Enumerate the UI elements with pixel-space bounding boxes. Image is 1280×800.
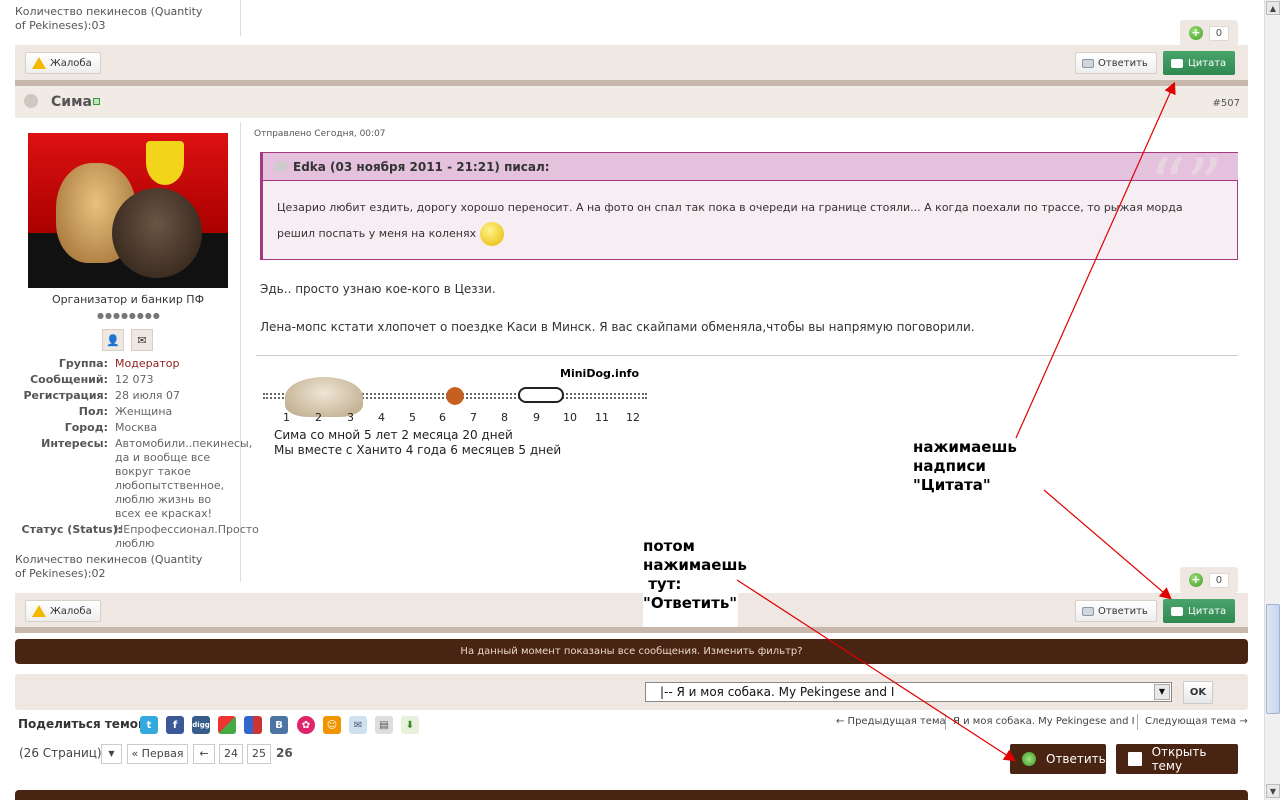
scroll-up-icon[interactable]: ▲ bbox=[1266, 1, 1280, 15]
signature-line-1: Сима со мной 5 лет 2 месяца 20 дней bbox=[274, 428, 513, 442]
odnoklassniki-icon[interactable]: ☺ bbox=[323, 716, 341, 734]
post-line-2: Лена-мопс кстати хлопочет о поездке Каси… bbox=[260, 320, 975, 334]
report-button[interactable]: Жалоба bbox=[25, 600, 101, 622]
nav-separator bbox=[945, 714, 946, 730]
online-indicator-icon bbox=[93, 98, 100, 105]
post-date: Отправлено Сегодня, 00:07 bbox=[254, 129, 386, 139]
post-actions: Жалоба Ответить Цитата bbox=[15, 593, 1248, 629]
quote-text: Цезарио любит ездить, дорогу хорошо пере… bbox=[277, 195, 1217, 247]
reply-icon bbox=[1082, 58, 1094, 68]
new-document-icon bbox=[1128, 752, 1142, 766]
google-icon[interactable] bbox=[218, 716, 236, 734]
forum-jump-select[interactable]: |-- Я и моя собака. My Pekingese and I ▼ bbox=[645, 682, 1172, 702]
twitter-icon[interactable]: t bbox=[140, 716, 158, 734]
page-count: (26 Страниц) bbox=[19, 746, 102, 760]
report-label: Жалоба bbox=[50, 605, 92, 617]
arrow-to-top-quote bbox=[1015, 81, 1176, 439]
new-topic-button[interactable]: Открыть тему bbox=[1116, 744, 1238, 774]
post-number[interactable]: #507 bbox=[1213, 98, 1240, 109]
forum-page: Количество пекинесов (Quantity of Pekine… bbox=[0, 0, 1280, 800]
quote-icon bbox=[1171, 58, 1183, 68]
quote-bubble-icon bbox=[275, 162, 287, 171]
reputation-box: + 0 bbox=[1180, 567, 1238, 593]
chevron-down-icon[interactable]: ▼ bbox=[1154, 684, 1170, 700]
signature-divider bbox=[256, 355, 1238, 356]
first-page-button[interactable]: « Первая bbox=[127, 744, 188, 764]
quote-icon bbox=[1171, 606, 1183, 616]
reply-icon bbox=[1082, 606, 1094, 616]
moimir-icon[interactable]: ✿ bbox=[297, 716, 315, 734]
vertical-scrollbar[interactable]: ▲ ▼ bbox=[1264, 0, 1280, 800]
profile-card-icon[interactable]: 👤 bbox=[102, 329, 124, 351]
send-message-icon[interactable]: ✉ bbox=[131, 329, 153, 351]
digg-icon[interactable]: digg bbox=[192, 716, 210, 734]
quote-block: Edka (03 ноября 2011 - 21:21) писал: “” … bbox=[260, 143, 1238, 260]
report-label: Жалоба bbox=[50, 57, 92, 69]
warning-icon bbox=[32, 57, 46, 69]
reply-button[interactable]: Ответить bbox=[1075, 600, 1157, 622]
quote-button[interactable]: Цитата bbox=[1163, 599, 1236, 623]
annotation-quote-hint: нажимаешь надписи "Цитата" bbox=[913, 438, 1043, 500]
email-icon[interactable]: ✉ bbox=[349, 716, 367, 734]
prev-post-actions: Жалоба Ответить Цитата bbox=[15, 45, 1248, 81]
quote-label: Цитата bbox=[1188, 605, 1227, 617]
avatar[interactable] bbox=[28, 133, 228, 288]
forum-jump-bar: |-- Я и моя собака. My Pekingese and I ▼… bbox=[15, 674, 1248, 710]
current-page: 26 bbox=[276, 746, 293, 760]
prev-page-button[interactable]: ← bbox=[193, 744, 215, 764]
quote-header: Edka (03 ноября 2011 - 21:21) писал: bbox=[263, 153, 1238, 181]
warning-icon bbox=[32, 605, 46, 617]
prev-pekingese-count: Количество пекинесов (Quantity of Pekine… bbox=[15, 5, 203, 32]
filter-notice[interactable]: На данный момент показаны все сообщения.… bbox=[15, 639, 1248, 664]
signature-line-2: Мы вместе с Ханито 4 года 6 месяцев 5 дн… bbox=[274, 443, 562, 457]
reply-topic-button[interactable]: Ответить bbox=[1010, 744, 1106, 774]
user-status-icon bbox=[24, 94, 38, 108]
rep-plus-icon[interactable]: + bbox=[1188, 26, 1203, 40]
download-icon[interactable]: ⬇ bbox=[401, 716, 419, 734]
group-value[interactable]: Модератор bbox=[115, 357, 230, 371]
rank-pips: ●●●●●●●● bbox=[97, 311, 161, 320]
smiley-icon bbox=[479, 222, 504, 246]
page-link-24[interactable]: 24 bbox=[219, 744, 243, 764]
pekingese-count: Количество пекинесов (Quantity of Pekine… bbox=[15, 553, 203, 580]
page-jump-dropdown[interactable]: ▼ bbox=[101, 744, 122, 764]
print-icon[interactable]: ▤ bbox=[375, 716, 393, 734]
scroll-down-icon[interactable]: ▼ bbox=[1266, 784, 1280, 798]
user-title: Организатор и банкир ПФ bbox=[51, 293, 205, 306]
annotation-reply-hint: потом нажимаешь тут: "Ответить" bbox=[643, 537, 747, 627]
rep-count: 0 bbox=[1208, 572, 1230, 588]
footer-bar bbox=[15, 790, 1248, 800]
vkontakte-icon[interactable]: В bbox=[270, 716, 288, 734]
divider bbox=[15, 627, 1248, 633]
current-topic-link[interactable]: Я и моя собака. My Pekingese and I bbox=[953, 716, 1135, 727]
prev-topic-link[interactable]: ← Предыдущая тема bbox=[836, 716, 946, 727]
next-topic-link[interactable]: Следующая тема → bbox=[1145, 716, 1248, 727]
post-header: Сима #507 bbox=[15, 86, 1248, 118]
nav-separator bbox=[1137, 714, 1138, 730]
quote-author[interactable]: Edka (03 ноября 2011 - 21:21) писал: bbox=[293, 160, 550, 174]
prev-reply-button[interactable]: Ответить bbox=[1075, 52, 1157, 74]
prev-quote-button[interactable]: Цитата bbox=[1163, 51, 1236, 75]
jump-ok-button[interactable]: OK bbox=[1183, 681, 1213, 704]
prev-reputation-box: + 0 bbox=[1180, 20, 1238, 46]
reply-arrow-icon bbox=[1022, 752, 1036, 766]
arrow-to-bottom-quote bbox=[1043, 489, 1172, 600]
reply-label: Ответить bbox=[1098, 605, 1148, 617]
signature-site: MiniDog.info bbox=[560, 367, 640, 380]
rep-plus-icon[interactable]: + bbox=[1188, 573, 1203, 587]
scroll-thumb[interactable] bbox=[1266, 604, 1280, 714]
prev-report-button[interactable]: Жалоба bbox=[25, 52, 101, 74]
signature-ruler-image: MiniDog.info 1 2 3 4 5 6 7 8 9 10 11 12 bbox=[263, 365, 653, 427]
post-line-1: Эдь.. просто узнаю кое-кого в Цеззи. bbox=[260, 282, 496, 296]
quote-label: Цитата bbox=[1188, 57, 1227, 69]
facebook-icon[interactable]: f bbox=[166, 716, 184, 734]
share-label: Поделиться темой: bbox=[18, 717, 152, 731]
delicious-icon[interactable] bbox=[244, 716, 262, 734]
author-name[interactable]: Сима bbox=[51, 94, 92, 110]
page-link-25[interactable]: 25 bbox=[247, 744, 271, 764]
rep-count: 0 bbox=[1208, 25, 1230, 41]
reply-label: Ответить bbox=[1098, 57, 1148, 69]
prev-post-sidebar: Количество пекинесов (Quantity of Pekine… bbox=[15, 0, 241, 36]
